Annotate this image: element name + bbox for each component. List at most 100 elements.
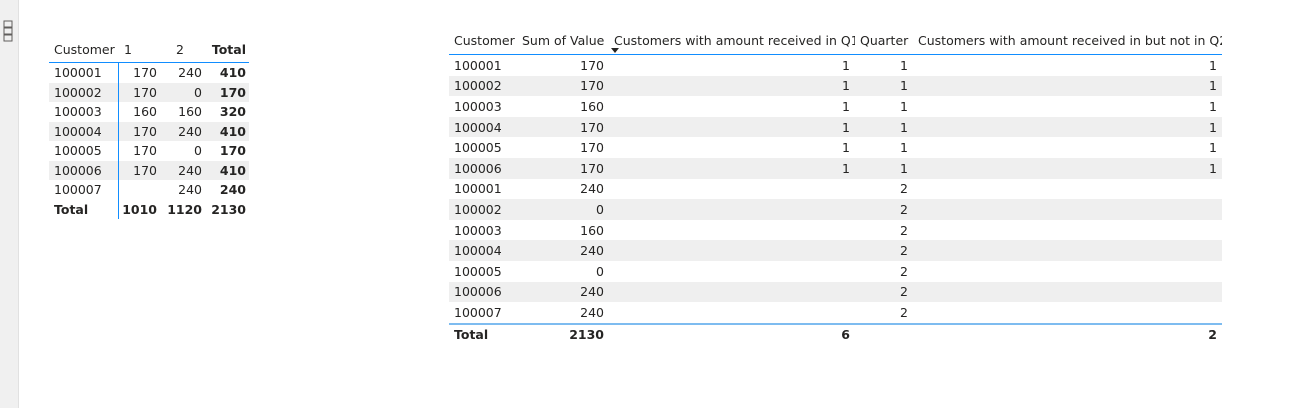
table-cell-not-in-q2 bbox=[913, 281, 1222, 303]
table-cell-customer: 100003 bbox=[454, 222, 502, 238]
table-cell-q1 bbox=[609, 199, 855, 220]
table-cell-customer: 100002 bbox=[449, 199, 517, 220]
matrix-cell: 240 bbox=[178, 182, 202, 198]
matrix-cell: 240 bbox=[178, 65, 202, 81]
table-cell-q1: 1 bbox=[609, 75, 855, 97]
matrix-cell: 170 bbox=[118, 82, 160, 102]
matrix-row[interactable]: 100004 170 240 410 bbox=[49, 121, 249, 141]
table-cell-customer: 100005 bbox=[454, 263, 502, 279]
table-cell-q1 bbox=[609, 281, 855, 303]
filters-pane-icon[interactable] bbox=[3, 20, 13, 42]
matrix-row[interactable]: 100001 170 240 410 bbox=[49, 62, 249, 83]
table-row[interactable]: 100004 240 2 bbox=[449, 240, 1222, 261]
table-cell-value: 240 bbox=[517, 281, 609, 303]
sort-descending-icon bbox=[611, 48, 619, 53]
matrix-cell-customer: 100007 bbox=[49, 180, 119, 200]
table-total-quarter bbox=[855, 322, 913, 345]
matrix-row[interactable]: 100007 240 240 bbox=[49, 180, 249, 200]
table-row[interactable]: 100001 240 2 bbox=[449, 179, 1222, 200]
matrix-cell: 170 bbox=[118, 160, 160, 180]
matrix-row[interactable]: 100005 170 0 170 bbox=[49, 141, 249, 161]
table-cell-q1 bbox=[609, 302, 855, 324]
table-cell-quarter: 2 bbox=[900, 181, 908, 197]
table-cell-q1: 1 bbox=[609, 116, 855, 138]
matrix-cell-total: 410 bbox=[219, 65, 246, 81]
table-cell-not-in-q2 bbox=[913, 261, 1222, 282]
matrix-cell: 170 bbox=[133, 65, 157, 81]
matrix-header-total[interactable]: Total bbox=[205, 36, 249, 63]
matrix-visual[interactable]: Customer 1 2 Total 100001 170 240 410 10… bbox=[49, 36, 249, 219]
table-header-sum-of-value[interactable]: Sum of Value bbox=[517, 26, 609, 55]
table-cell-quarter: 2 bbox=[900, 263, 908, 279]
matrix-cell-total: 240 bbox=[219, 182, 246, 198]
table-cell-not-in-q2: 1 bbox=[1209, 57, 1217, 73]
matrix-cell: 240 bbox=[160, 160, 205, 180]
table-cell-customer: 100004 bbox=[449, 240, 517, 261]
matrix-cell: 160 bbox=[133, 104, 157, 120]
matrix-header-row: Customer 1 2 Total bbox=[49, 36, 249, 63]
matrix-header-quarter-1[interactable]: 1 bbox=[118, 36, 160, 63]
table-cell-quarter: 1 bbox=[855, 75, 913, 97]
table-row[interactable]: 100002 170 1 1 1 bbox=[449, 75, 1222, 97]
matrix-cell: 0 bbox=[160, 82, 205, 102]
table-cell-quarter: 1 bbox=[855, 116, 913, 138]
table-cell-quarter: 2 bbox=[900, 222, 908, 238]
table-cell-quarter: 1 bbox=[900, 57, 908, 73]
table-cell-customer: 100004 bbox=[449, 116, 517, 138]
matrix-cell bbox=[118, 180, 160, 200]
table-cell-value: 160 bbox=[580, 222, 604, 238]
table-cell-customer: 100007 bbox=[454, 304, 502, 320]
table-visual[interactable]: Customer Sum of Value Customers with amo… bbox=[449, 26, 1222, 345]
table-cell-value: 170 bbox=[580, 140, 604, 156]
table-row[interactable]: 100006 240 2 bbox=[449, 281, 1222, 303]
table-row[interactable]: 100001 170 1 1 1 bbox=[449, 55, 1222, 76]
table-cell-customer: 100006 bbox=[449, 281, 517, 303]
table-row[interactable]: 100007 240 2 bbox=[449, 302, 1222, 324]
table-cell-not-in-q2: 1 bbox=[913, 75, 1222, 97]
table-cell-value: 0 bbox=[596, 263, 604, 279]
table-row[interactable]: 100005 170 1 1 1 bbox=[449, 137, 1222, 158]
table-cell-q1: 1 bbox=[842, 57, 850, 73]
matrix-cell-total: 170 bbox=[205, 82, 249, 102]
table-cell-quarter: 1 bbox=[900, 98, 908, 114]
table-cell-not-in-q2 bbox=[913, 199, 1222, 220]
table-total-row: Total 2130 6 2 bbox=[449, 322, 1222, 345]
table-row[interactable]: 100002 0 2 bbox=[449, 199, 1222, 220]
matrix-row[interactable]: 100003 160 160 320 bbox=[49, 102, 249, 122]
matrix-cell-customer: 100006 bbox=[49, 160, 119, 180]
filters-pane-collapsed[interactable] bbox=[0, 0, 19, 408]
table-cell-q1 bbox=[609, 220, 855, 241]
table-cell-not-in-q2: 1 bbox=[1209, 140, 1217, 156]
table-row[interactable]: 100003 160 1 1 1 bbox=[449, 96, 1222, 117]
table-cell-customer: 100002 bbox=[449, 75, 517, 97]
table-header-q1-customers[interactable]: Customers with amount received in Q1 bbox=[609, 26, 855, 55]
table-header-not-in-q2[interactable]: Customers with amount received in but no… bbox=[913, 26, 1222, 55]
matrix-cell-total: 170 bbox=[219, 143, 246, 159]
table-row[interactable]: 100003 160 2 bbox=[449, 220, 1222, 241]
table-header-customer[interactable]: Customer bbox=[449, 26, 517, 55]
matrix-cell-customer: 100005 bbox=[49, 141, 119, 161]
table-cell-value: 170 bbox=[517, 116, 609, 138]
table-cell-value: 170 bbox=[517, 75, 609, 97]
table-cell-quarter: 2 bbox=[900, 304, 908, 320]
matrix-row[interactable]: 100002 170 0 170 bbox=[49, 82, 249, 102]
table-header-q1-label: Customers with amount received in Q1 bbox=[614, 32, 855, 48]
table-cell-not-in-q2: 1 bbox=[913, 157, 1222, 179]
table-header-quarter[interactable]: Quarter bbox=[855, 26, 913, 55]
table-cell-not-in-q2 bbox=[913, 179, 1222, 200]
matrix-total-row: Total 1010 1120 2130 bbox=[49, 199, 249, 219]
table-cell-q1: 1 bbox=[842, 140, 850, 156]
matrix-row[interactable]: 100006 170 240 410 bbox=[49, 160, 249, 180]
matrix-cell-total: 410 bbox=[205, 160, 249, 180]
table-cell-customer: 100001 bbox=[454, 181, 502, 197]
matrix-header-quarter-2[interactable]: 2 bbox=[160, 36, 205, 63]
table-cell-value: 240 bbox=[580, 181, 604, 197]
table-row[interactable]: 100006 170 1 1 1 bbox=[449, 157, 1222, 179]
table-cell-value: 0 bbox=[517, 199, 609, 220]
table-row[interactable]: 100005 0 2 bbox=[449, 261, 1222, 282]
table-cell-customer: 100005 bbox=[454, 140, 502, 156]
table-cell-not-in-q2 bbox=[913, 302, 1222, 324]
matrix-header-customer[interactable]: Customer bbox=[49, 36, 118, 63]
table-row[interactable]: 100004 170 1 1 1 bbox=[449, 116, 1222, 138]
table-total-label: Total bbox=[449, 322, 517, 345]
